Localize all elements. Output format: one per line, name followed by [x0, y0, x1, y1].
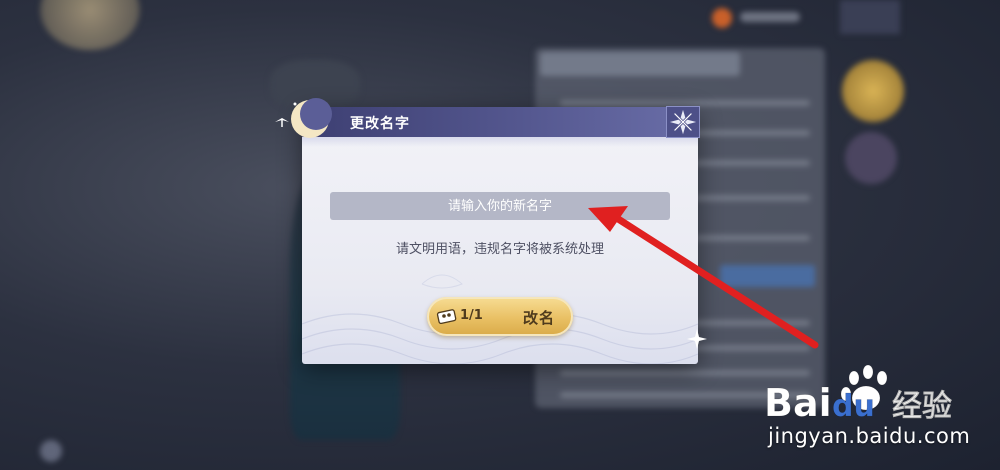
currency-bar — [740, 12, 800, 22]
crescent-moon-icon — [291, 98, 332, 138]
new-name-input[interactable] — [330, 192, 670, 220]
rename-ticket-icon — [436, 309, 457, 325]
background-bottom-icon — [40, 440, 62, 462]
header-shadow — [302, 137, 698, 147]
close-button[interactable] — [666, 106, 700, 138]
dialog-header: 更改名字 — [302, 107, 698, 137]
background-tab — [125, 8, 185, 30]
close-icon — [669, 109, 697, 135]
naming-hint: 请文明用语，违规名字将被系统处理 — [395, 242, 604, 257]
svg-text:Bai: Bai — [764, 381, 832, 425]
svg-text:du: du — [832, 389, 875, 424]
rename-label: 改名 — [523, 309, 556, 327]
background-purple-badge — [845, 132, 897, 184]
bird-emblem-icon — [275, 118, 289, 127]
sparkle-icon — [687, 329, 707, 349]
background-gold-badge — [842, 60, 904, 122]
background-blue-button — [720, 265, 815, 287]
rename-button[interactable]: 1/1 改名 — [427, 297, 573, 336]
background-panel-header — [540, 52, 740, 76]
coin-icon — [712, 8, 732, 28]
svg-text:经验: 经验 — [892, 389, 952, 424]
watermark-url: jingyan.baidu.com — [768, 424, 971, 448]
rename-count: 1/1 — [460, 308, 483, 323]
background-close-area — [840, 0, 900, 34]
dialog-title: 更改名字 — [350, 116, 410, 132]
